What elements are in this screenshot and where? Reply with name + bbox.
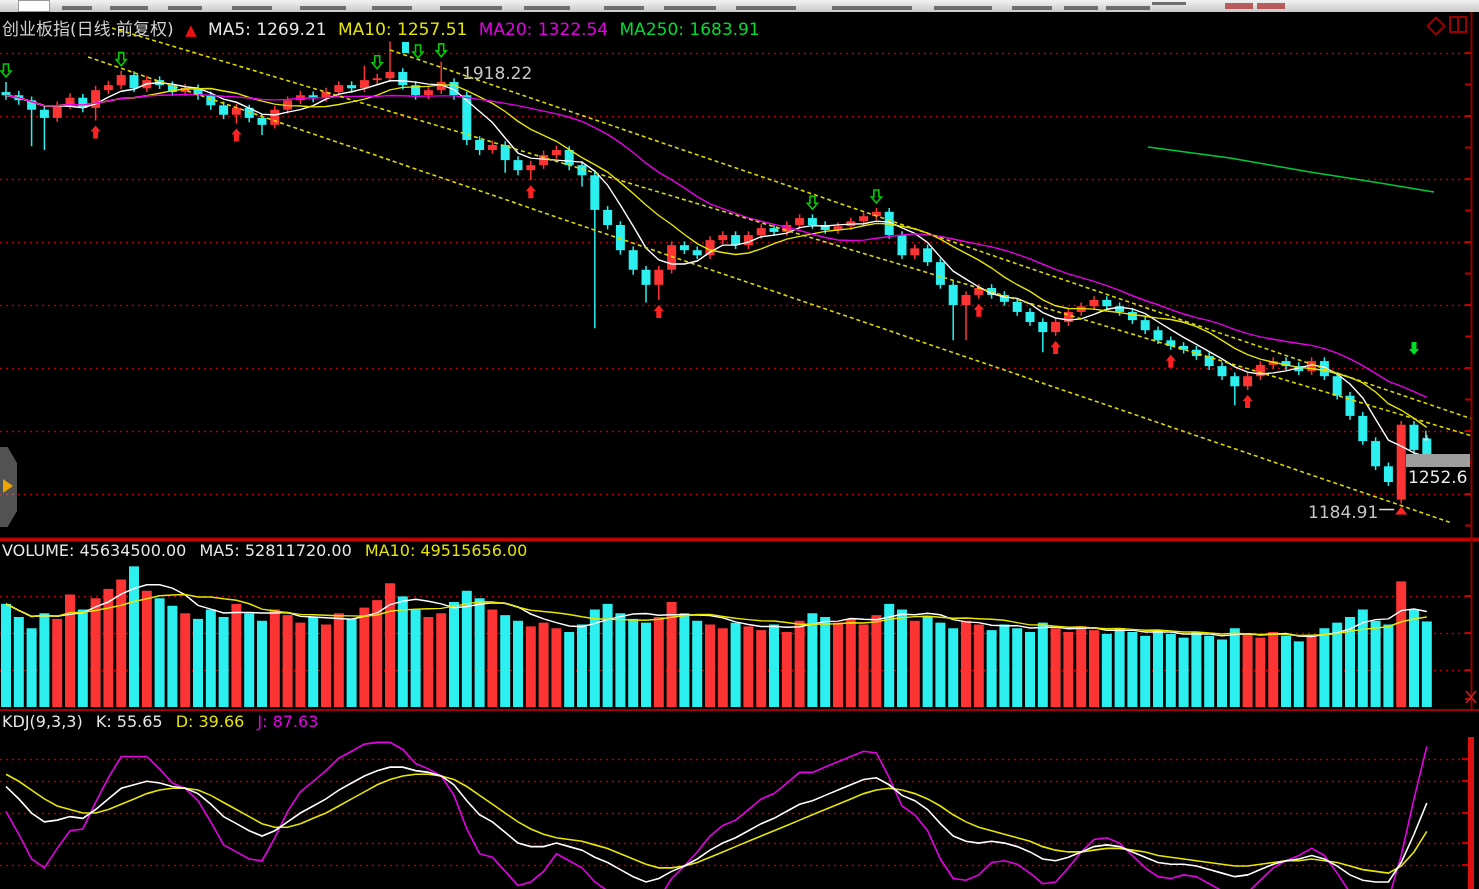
menu-item-fragment[interactable] — [232, 6, 272, 10]
menu-item-fragment[interactable] — [604, 6, 644, 10]
trend-up-arrow-icon: ▲ — [185, 21, 197, 39]
low-price-label: 1184.91 — [1308, 503, 1378, 523]
kdj-k-value: K: 55.65 — [96, 712, 163, 731]
menu-item-fragment[interactable] — [372, 6, 412, 10]
menu-item-fragment[interactable] — [1064, 6, 1098, 10]
ma250-value: MA250: 1683.91 — [620, 20, 760, 40]
main-chart-canvas[interactable] — [0, 12, 1479, 539]
volume-ma5-value: MA5: 52811720.00 — [199, 541, 351, 560]
small-down-arrow-icon: ↓ — [1420, 429, 1432, 445]
kdj-header: KDJ(9,3,3) K: 55.65 D: 39.66 J: 87.63 — [2, 712, 326, 731]
last-price-label: 1252.6 — [1408, 468, 1467, 488]
ma20-value: MA20: 1322.54 — [479, 20, 608, 40]
high-price-label: 1918.22 — [462, 64, 532, 84]
app-window: 创业板指(日线.前复权) ▲ MA5: 1269.21 MA10: 1257.5… — [0, 0, 1479, 889]
split-panes-icon[interactable] — [1449, 16, 1467, 33]
menu-input-box[interactable] — [18, 0, 50, 12]
menu-item-fragment[interactable] — [1012, 6, 1052, 10]
menu-item-fragment[interactable] — [168, 6, 202, 10]
flyout-arrow-icon — [3, 479, 13, 493]
volume-value: VOLUME: 45634500.00 — [2, 541, 186, 560]
menu-item-fragment[interactable] — [1106, 6, 1150, 10]
main-chart-header: 创业板指(日线.前复权) ▲ MA5: 1269.21 MA10: 1257.5… — [2, 15, 766, 40]
menu-item-fragment[interactable] — [664, 6, 716, 10]
kdj-name: KDJ(9,3,3) — [2, 712, 83, 731]
menu-button-fragment[interactable] — [1257, 3, 1285, 9]
menu-item-fragment[interactable] — [524, 6, 570, 10]
volume-ma10-value: MA10: 49515656.00 — [365, 541, 527, 560]
sidebar-flyout-handle[interactable] — [0, 447, 17, 527]
menu-item-fragment[interactable] — [934, 6, 992, 10]
menu-item-fragment[interactable] — [62, 6, 92, 10]
ma10-value: MA10: 1257.51 — [338, 20, 467, 40]
menu-item-fragment[interactable] — [110, 6, 148, 10]
kdj-j-value: J: 87.63 — [257, 712, 318, 731]
menu-button-fragment[interactable] — [1225, 3, 1253, 9]
split-panes-divider — [1457, 18, 1459, 31]
chart-title: 创业板指(日线.前复权) — [2, 20, 174, 40]
ma5-value: MA5: 1269.21 — [208, 20, 327, 40]
menu-item-fragment[interactable] — [736, 6, 796, 10]
volume-chart-canvas[interactable] — [0, 539, 1479, 709]
kdj-d-value: D: 39.66 — [176, 712, 245, 731]
menu-item-fragment[interactable] — [440, 6, 502, 10]
menu-item-fragment[interactable] — [1152, 2, 1186, 5]
volume-header: VOLUME: 45634500.00 MA5: 52811720.00 MA1… — [2, 541, 535, 560]
kdj-chart-canvas[interactable] — [0, 709, 1479, 889]
menu-item-fragment[interactable] — [832, 6, 912, 10]
last-price-marker-bar — [1406, 454, 1470, 467]
menu-item-fragment[interactable] — [300, 6, 346, 10]
